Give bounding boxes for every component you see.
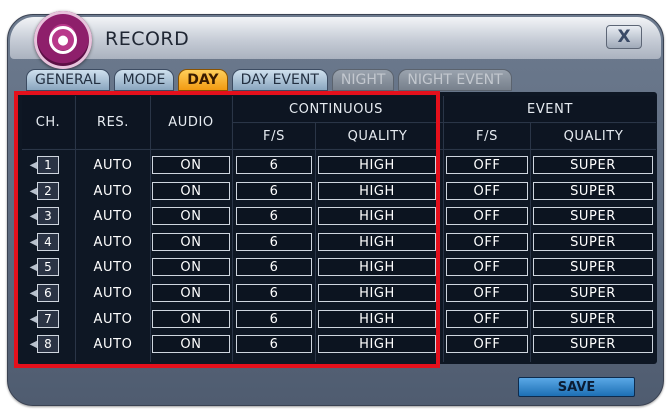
event-quality-select[interactable]: SUPER [533, 335, 653, 353]
event-quality-select[interactable]: SUPER [533, 156, 653, 174]
highlight-frame [14, 91, 440, 368]
event-fs-select[interactable]: OFF [446, 284, 528, 302]
col-header-event-quality: QUALITY [531, 124, 656, 148]
save-button[interactable]: SAVE [518, 377, 635, 397]
event-fs-select[interactable]: OFF [446, 207, 528, 225]
close-icon[interactable]: X [606, 25, 642, 49]
event-fs-select[interactable]: OFF [446, 182, 528, 200]
event-quality-select[interactable]: SUPER [533, 284, 653, 302]
event-fs-select[interactable]: OFF [446, 335, 528, 353]
tab-day-event[interactable]: DAY EVENT [231, 69, 328, 91]
event-fs-select[interactable]: OFF [446, 233, 528, 251]
tab-mode[interactable]: MODE [113, 69, 175, 91]
event-quality-select[interactable]: SUPER [533, 258, 653, 276]
event-quality-select[interactable]: SUPER [533, 182, 653, 200]
event-quality-select[interactable]: SUPER [533, 310, 653, 328]
tab-night: NIGHT [331, 69, 395, 91]
event-fs-select[interactable]: OFF [446, 156, 528, 174]
col-header-event: EVENT [444, 96, 656, 122]
grid-line [530, 122, 531, 362]
event-quality-select[interactable]: SUPER [533, 233, 653, 251]
window-title: RECORD [105, 28, 190, 50]
film-reel-icon: ● [34, 11, 92, 69]
title-bar: ● RECORD X [10, 11, 661, 69]
event-fs-select[interactable]: OFF [446, 258, 528, 276]
tab-night-event: NIGHT EVENT [398, 69, 512, 91]
tab-day[interactable]: DAY [178, 69, 228, 91]
event-quality-select[interactable]: SUPER [533, 207, 653, 225]
tab-general[interactable]: GENERAL [26, 69, 110, 91]
grid-line [443, 96, 444, 362]
event-fs-select[interactable]: OFF [446, 310, 528, 328]
tab-bar: GENERAL MODE DAY DAY EVENT NIGHT NIGHT E… [26, 69, 512, 91]
col-header-event-fs: F/S [444, 124, 530, 148]
